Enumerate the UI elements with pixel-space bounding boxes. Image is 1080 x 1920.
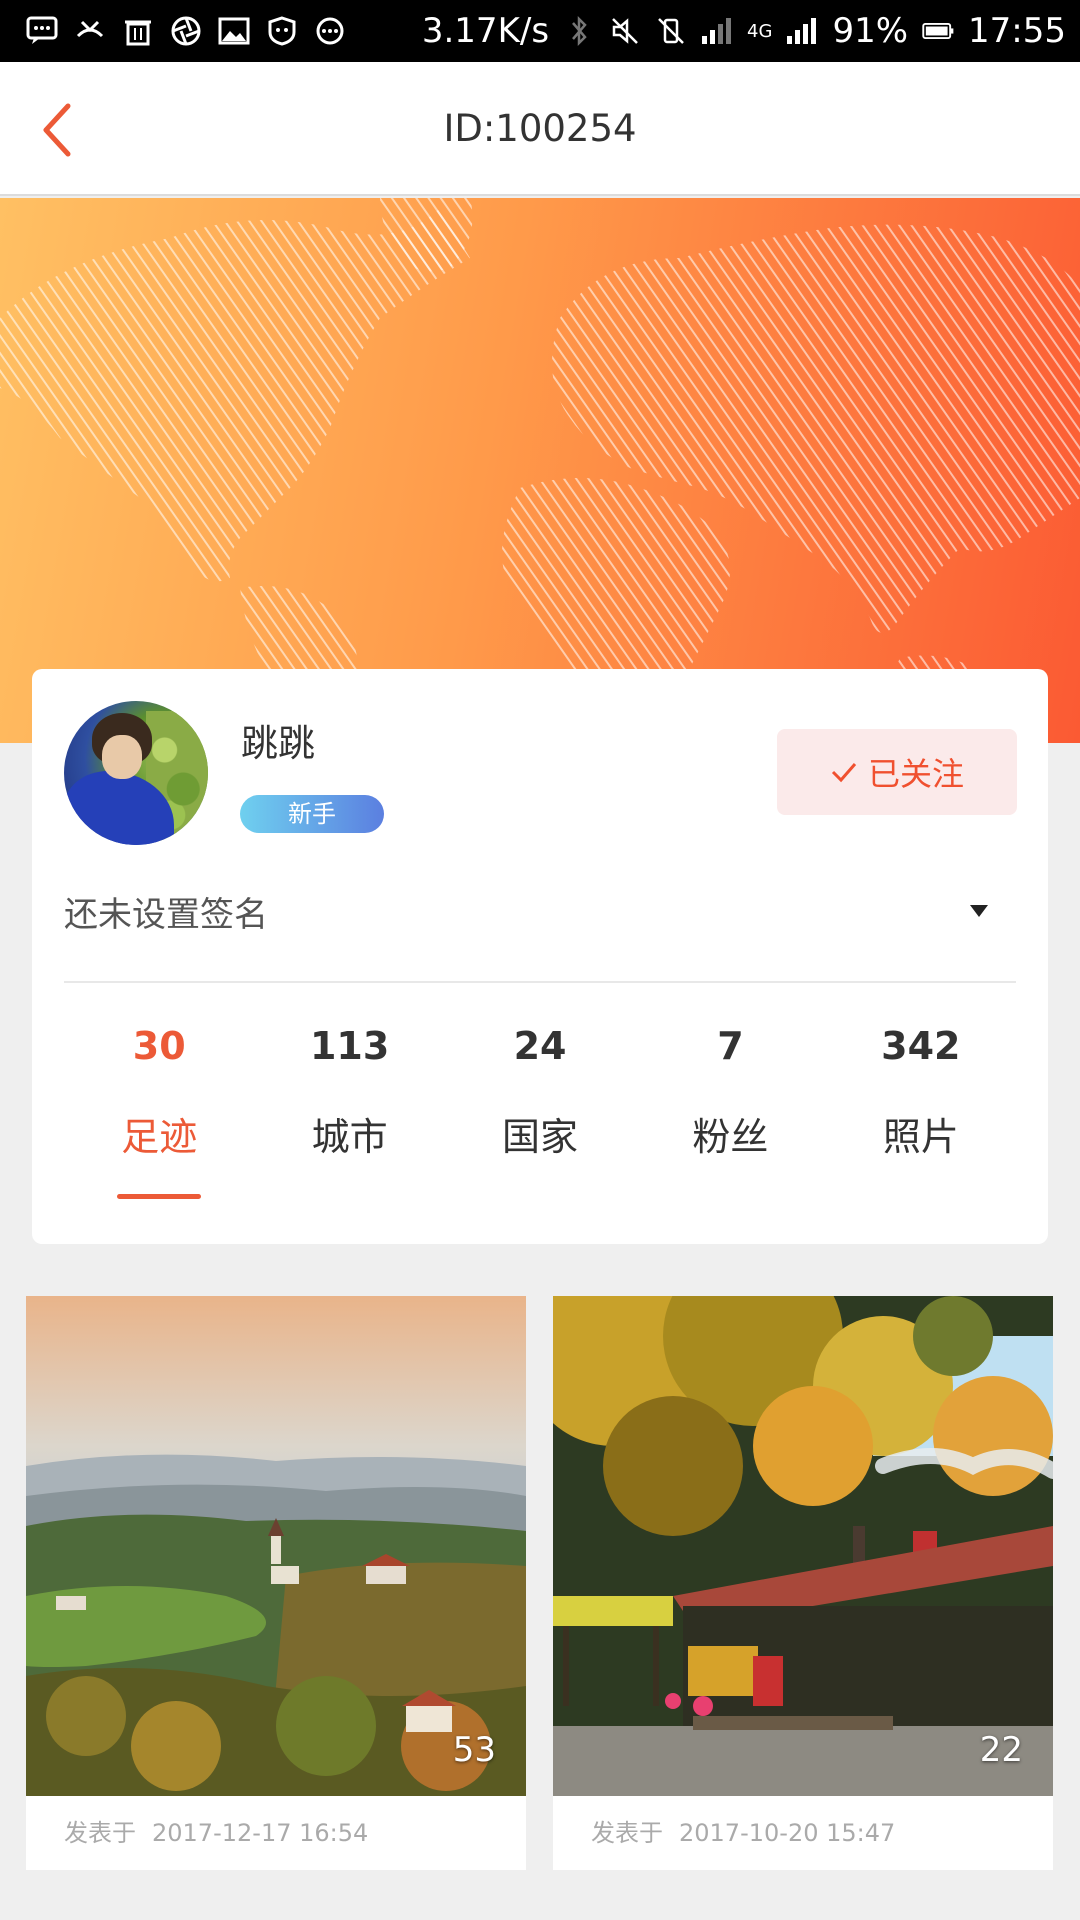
signal-4g-icon [786, 15, 818, 47]
stat-value: 342 [881, 1024, 961, 1068]
clock: 17:55 [968, 11, 1066, 51]
mute-icon [609, 15, 641, 47]
follow-button[interactable]: 已关注 [777, 729, 1017, 815]
notification-icons [26, 15, 346, 47]
post-date: 2017-10-20 15:47 [679, 1819, 896, 1847]
stat-value: 7 [717, 1024, 744, 1068]
page-title: ID:100254 [443, 107, 637, 150]
missed-call-icon [74, 15, 106, 47]
stat-label: 国家 [502, 1115, 579, 1159]
username: 跳跳 [241, 722, 315, 765]
expand-signature-icon[interactable] [970, 905, 988, 917]
post-photo-cabin[interactable]: 22 [553, 1296, 1053, 1796]
network-type: 4G [747, 20, 773, 42]
battery-percent: 91% [832, 11, 909, 51]
stat-value: 113 [309, 1024, 390, 1068]
level-badge: 新手 [240, 795, 384, 833]
signature-text: 还未设置签名 [64, 895, 268, 935]
post-date-prefix: 发表于 [64, 1819, 136, 1847]
stat-label: 照片 [882, 1115, 959, 1159]
trash-icon [122, 15, 154, 47]
stat-label: 城市 [311, 1115, 388, 1159]
post-meta: 发表于 2017-10-20 15:47 [591, 1796, 895, 1870]
aperture-icon [170, 15, 202, 47]
nav-bar: ID:100254 [0, 62, 1080, 196]
active-tab-indicator [117, 1194, 202, 1199]
tab-photos[interactable]: 342 照片 [826, 1014, 1016, 1214]
divider [64, 981, 1016, 983]
world-map-illustration [0, 198, 1080, 743]
photo-count: 22 [979, 1730, 1023, 1770]
post-meta: 发表于 2017-12-17 16:54 [64, 1796, 368, 1870]
post-date-prefix: 发表于 [591, 1819, 663, 1847]
net-speed: 3.17K/s [421, 11, 550, 51]
tab-footprints[interactable]: 30 足迹 [64, 1014, 254, 1214]
photo-count: 53 [452, 1730, 496, 1770]
tab-cities[interactable]: 113 城市 [254, 1014, 444, 1214]
stat-value: 24 [513, 1024, 567, 1068]
stat-value: 30 [132, 1024, 186, 1068]
bluetooth-icon [563, 15, 595, 47]
vibrate-off-icon [655, 15, 687, 47]
system-indicators: 3.17K/s 4G 91% 17:55 [422, 11, 1066, 51]
post-card[interactable]: 22 发表于 2017-10-20 15:47 [553, 1296, 1053, 1870]
stat-label: 足迹 [121, 1115, 198, 1159]
post-card[interactable]: 53 发表于 2017-12-17 16:54 [26, 1296, 526, 1870]
post-photo-countryside[interactable]: 53 [26, 1296, 526, 1796]
battery-icon [922, 15, 954, 47]
signal-icon [701, 15, 733, 47]
profile-card: 跳跳 新手 已关注 还未设置签名 30 足迹 113 城市 24 国家 7 粉丝… [32, 669, 1048, 1244]
more-icon [314, 15, 346, 47]
post-date: 2017-12-17 16:54 [152, 1819, 369, 1847]
checkmark-icon [831, 763, 857, 783]
tab-countries[interactable]: 24 国家 [445, 1014, 635, 1214]
stat-label: 粉丝 [692, 1115, 769, 1159]
profile-banner [0, 198, 1080, 743]
gallery-icon [218, 15, 250, 47]
shield-icon [266, 15, 298, 47]
status-bar: 3.17K/s 4G 91% 17:55 [0, 0, 1080, 62]
follow-label: 已关注 [867, 755, 964, 793]
stats-tabs: 30 足迹 113 城市 24 国家 7 粉丝 342 照片 [64, 1014, 1016, 1214]
message-icon [26, 15, 58, 47]
avatar[interactable] [64, 701, 208, 845]
tab-fans[interactable]: 7 粉丝 [635, 1014, 825, 1214]
